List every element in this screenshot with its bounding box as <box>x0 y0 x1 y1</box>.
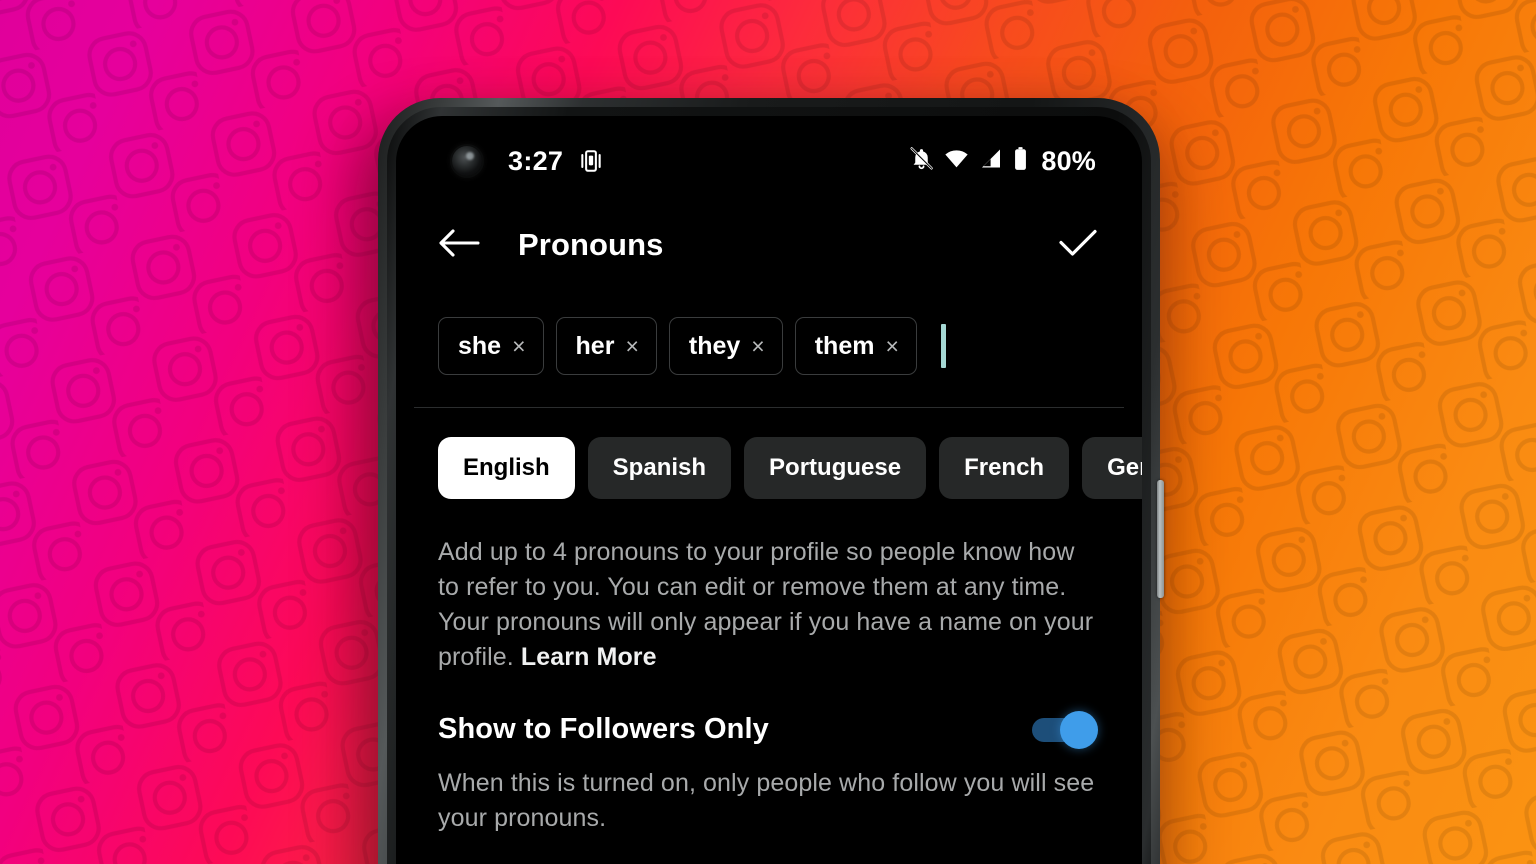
language-pill-label: English <box>463 454 550 481</box>
screen-cast-icon <box>578 148 604 174</box>
pronouns-description: Add up to 4 pronouns to your profile so … <box>396 499 1142 675</box>
language-pill-label: French <box>964 454 1045 481</box>
back-button[interactable] <box>438 228 480 263</box>
phone-device: 3:27 80% Pronouns she × her × they × the… <box>378 98 1164 864</box>
show-to-followers-toggle[interactable] <box>1032 710 1098 749</box>
show-to-followers-label: Show to Followers Only <box>438 713 769 745</box>
front-camera-punch-hole-icon <box>452 146 482 176</box>
language-pill-portuguese[interactable]: Portuguese <box>744 437 927 499</box>
bell-off-icon <box>909 146 934 176</box>
battery-percent-label: 80% <box>1041 145 1096 176</box>
pronoun-chip-label: they <box>688 331 741 360</box>
show-to-followers-description: When this is turned on, only people who … <box>438 769 1095 832</box>
pronoun-chip[interactable]: them × <box>794 317 917 375</box>
app-bar: Pronouns <box>396 206 1142 284</box>
cellular-signal-icon <box>979 146 1003 176</box>
language-pill-spanish[interactable]: Spanish <box>587 437 732 499</box>
language-pill-german[interactable]: German <box>1082 437 1142 499</box>
background-stage: 3:27 80% Pronouns she × her × they × the… <box>0 0 1536 864</box>
show-to-followers-row[interactable]: Show to Followers Only <box>396 675 1142 749</box>
page-title: Pronouns <box>518 227 664 262</box>
language-pill-label: German <box>1107 454 1142 481</box>
arrow-left-icon <box>438 228 480 263</box>
close-icon[interactable]: × <box>751 334 764 358</box>
close-icon[interactable]: × <box>625 334 638 358</box>
language-pill-french[interactable]: French <box>939 437 1070 499</box>
pronoun-chip[interactable]: she × <box>438 317 544 375</box>
toggle-thumb <box>1060 710 1098 749</box>
language-selector: English Spanish Portuguese French German <box>396 408 1142 499</box>
pronoun-chip[interactable]: they × <box>668 317 783 375</box>
pronoun-chip-label: them <box>814 331 875 360</box>
check-icon <box>1058 227 1098 264</box>
pronoun-chip-label: her <box>575 331 615 360</box>
language-pill-english[interactable]: English <box>438 437 575 499</box>
status-time: 3:27 <box>508 145 564 176</box>
wifi-icon <box>943 146 970 176</box>
pronoun-chip[interactable]: her × <box>555 317 657 375</box>
language-pill-label: Spanish <box>612 454 707 481</box>
status-bar: 3:27 80% <box>396 116 1142 206</box>
battery-icon <box>1012 146 1029 177</box>
text-cursor <box>940 324 946 368</box>
learn-more-link[interactable]: Learn More <box>521 643 657 671</box>
status-bar-icons: 80% <box>909 146 1096 177</box>
pronouns-token-field[interactable]: she × her × they × them × <box>396 284 1142 382</box>
pronoun-chip-label: she <box>458 331 502 360</box>
confirm-button[interactable] <box>1058 227 1098 264</box>
phone-screen: 3:27 80% Pronouns she × her × they × the… <box>396 116 1142 864</box>
close-icon[interactable]: × <box>885 334 898 358</box>
language-pill-label: Portuguese <box>769 454 902 481</box>
power-button[interactable] <box>1157 480 1164 598</box>
close-icon[interactable]: × <box>512 334 525 358</box>
